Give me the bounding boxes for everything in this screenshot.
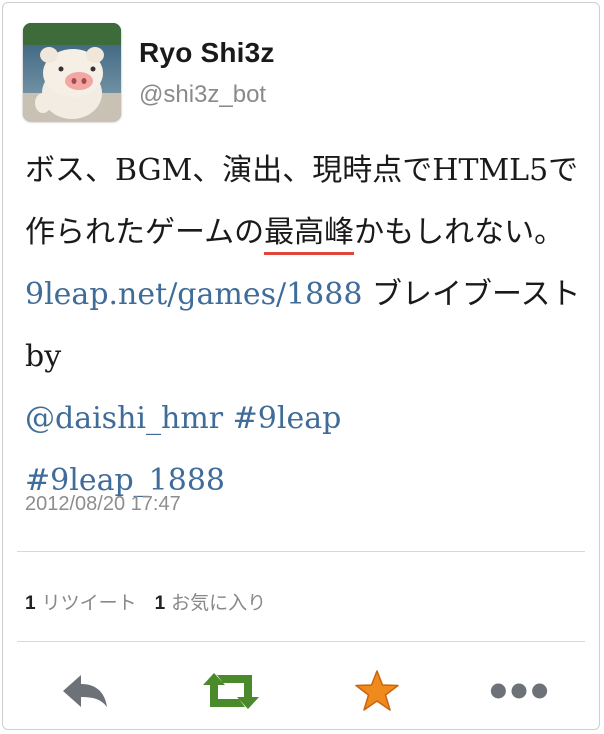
favorites-count: 1: [154, 593, 166, 614]
action-bar: [3, 663, 599, 719]
tweet-card: Ryo Shi3z @shi3z_bot ボス、BGM、演出、現時点でHTML5…: [2, 2, 600, 730]
divider: [17, 551, 585, 552]
tweet-timestamp: 2012/08/20 17:47: [25, 493, 181, 515]
tweet-text: ボス、BGM、演出、現時点でHTML5で作られたゲームの最高峰かもしれない。 9…: [25, 140, 590, 512]
tweet-link[interactable]: 9leap.net/games/1888: [25, 277, 362, 312]
retweet-icon: [203, 673, 259, 709]
highlighted-text: 最高峰: [264, 215, 355, 255]
favorite-star-icon: [355, 670, 399, 711]
more-icon: [490, 683, 548, 699]
favorites-stat[interactable]: 1 お気に入り: [155, 593, 267, 614]
avatar-image: [23, 23, 121, 121]
mention-link[interactable]: @daishi_hmr: [25, 401, 223, 436]
favorites-label: お気に入り: [171, 593, 267, 614]
more-button[interactable]: [489, 663, 549, 719]
favorite-button[interactable]: [347, 663, 407, 719]
retweets-stat[interactable]: 1 リツイート: [25, 593, 137, 614]
retweets-count: 1: [25, 593, 36, 614]
reply-icon: [63, 675, 107, 707]
divider: [17, 641, 585, 642]
retweet-button[interactable]: [201, 663, 261, 719]
tweet-stats: 1 リツイート 1 お気に入り: [25, 588, 266, 615]
reply-button[interactable]: [55, 663, 115, 719]
hashtag-link[interactable]: #9leap: [233, 401, 342, 436]
avatar[interactable]: [23, 23, 121, 121]
tweet-text-part2: かもしれない。: [354, 215, 565, 250]
user-handle[interactable]: @shi3z_bot: [139, 81, 266, 109]
retweets-label: リツイート: [41, 593, 137, 614]
display-name[interactable]: Ryo Shi3z: [139, 37, 275, 69]
